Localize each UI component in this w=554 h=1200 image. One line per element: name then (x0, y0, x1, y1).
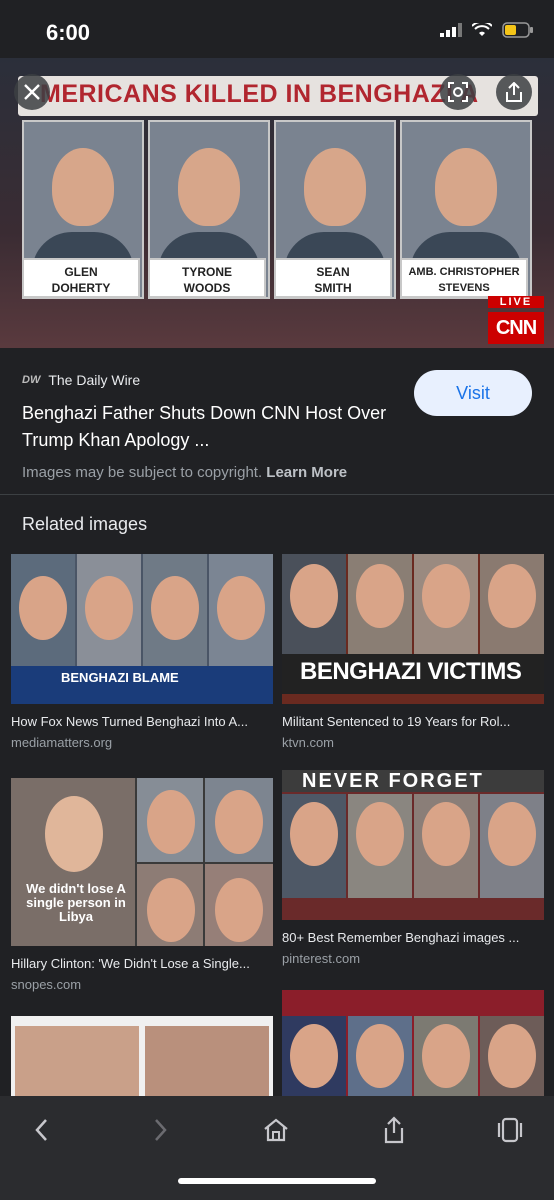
portrait-label-stevens: AMB. CHRISTOPHER STEVENS (400, 258, 528, 298)
thumbnail-overlay-text: BENGHAZI BLAME (61, 670, 179, 685)
related-thumbnail[interactable]: BENGHAZI BLAME (11, 554, 273, 704)
home-button[interactable] (256, 1112, 296, 1148)
forward-button[interactable] (140, 1112, 180, 1148)
chevron-right-icon (155, 1119, 167, 1141)
related-domain: pinterest.com (282, 951, 361, 966)
hero-image[interactable]: MERICANS KILLED IN BENGHAZI A GLEN DOHERT… (0, 58, 554, 348)
source-name: The Daily Wire (48, 372, 141, 388)
tabs-button[interactable] (490, 1112, 530, 1148)
live-badge: LIVE (488, 296, 544, 308)
related-domain: snopes.com (11, 977, 82, 992)
related-thumbnail[interactable]: NEVER FORGET (282, 770, 544, 920)
chevron-left-icon (35, 1119, 47, 1141)
source-row[interactable]: DW The Daily Wire (22, 372, 140, 388)
related-domain: ktvn.com (282, 735, 335, 750)
related-thumbnail[interactable] (11, 1016, 273, 1096)
share-icon (506, 82, 522, 102)
result-info: DW The Daily Wire Benghazi Father Shuts … (0, 348, 554, 495)
related-card[interactable] (11, 1016, 273, 1096)
status-time: 6:00 (46, 20, 91, 45)
tabs-icon (497, 1117, 523, 1143)
related-caption[interactable]: Hillary Clinton: 'We Didn't Lose a Singl… (11, 956, 269, 971)
related-images-heading: Related images (22, 514, 148, 534)
home-icon (264, 1118, 288, 1142)
related-caption[interactable]: How Fox News Turned Benghazi Into A... (11, 714, 269, 729)
thumbnail-overlay-text: BENGHAZI VICTIMS (300, 658, 522, 685)
signal-icon (440, 23, 462, 37)
close-button[interactable] (14, 74, 50, 110)
result-title[interactable]: Benghazi Father Shuts Down CNN Host Over… (22, 400, 392, 454)
browser-toolbar (0, 1096, 554, 1200)
wifi-icon (472, 23, 492, 36)
cnn-logo: CNN (488, 312, 544, 344)
copyright-text: Images may be subject to copyright. (22, 464, 263, 481)
related-thumbnail[interactable] (282, 990, 544, 1096)
related-card[interactable]: BENGHAZI VICTIMS Militant Sentenced to 1… (282, 554, 544, 750)
visit-button[interactable]: Visit (414, 370, 532, 416)
lens-icon (448, 82, 468, 102)
related-card[interactable]: NEVER FORGET 80+ Best Remember Benghazi … (282, 770, 544, 966)
status-bar: 6:00 (0, 0, 554, 64)
battery-icon (502, 22, 533, 38)
related-card[interactable]: BENGHAZI BLAME How Fox News Turned Bengh… (11, 554, 273, 750)
related-caption[interactable]: Militant Sentenced to 19 Years for Rol..… (282, 714, 540, 729)
related-thumbnail[interactable]: BENGHAZI VICTIMS (282, 554, 544, 704)
learn-more-link[interactable]: Learn More (266, 464, 347, 481)
share-toolbar-button[interactable] (374, 1112, 414, 1148)
lens-button[interactable] (440, 74, 476, 110)
portrait-label-woods: TYRONE WOODS (148, 258, 266, 298)
back-button[interactable] (22, 1112, 62, 1148)
related-domain: mediamatters.org (11, 735, 113, 750)
status-icons (440, 22, 534, 38)
portrait-label-smith: SEAN SMITH (274, 258, 392, 298)
close-icon (24, 84, 40, 100)
related-card[interactable]: We didn't lose A single person in Libya … (11, 778, 273, 992)
source-logo: DW (22, 374, 41, 386)
thumbnail-overlay-text: NEVER FORGET (302, 770, 484, 792)
related-caption[interactable]: 80+ Best Remember Benghazi images ... (282, 930, 540, 945)
portrait-label-doherty: GLEN DOHERTY (22, 258, 140, 298)
share-button[interactable] (496, 74, 532, 110)
thumbnail-overlay-text: We didn't lose A single person in Libya (26, 881, 126, 924)
related-card[interactable] (282, 990, 544, 1096)
related-thumbnail[interactable]: We didn't lose A single person in Libya (11, 778, 273, 946)
hero-headline: MERICANS KILLED IN BENGHAZI A (40, 80, 479, 108)
home-indicator (178, 1178, 376, 1184)
share-icon (384, 1116, 404, 1144)
copyright-notice: Images may be subject to copyright. Lear… (22, 464, 347, 481)
